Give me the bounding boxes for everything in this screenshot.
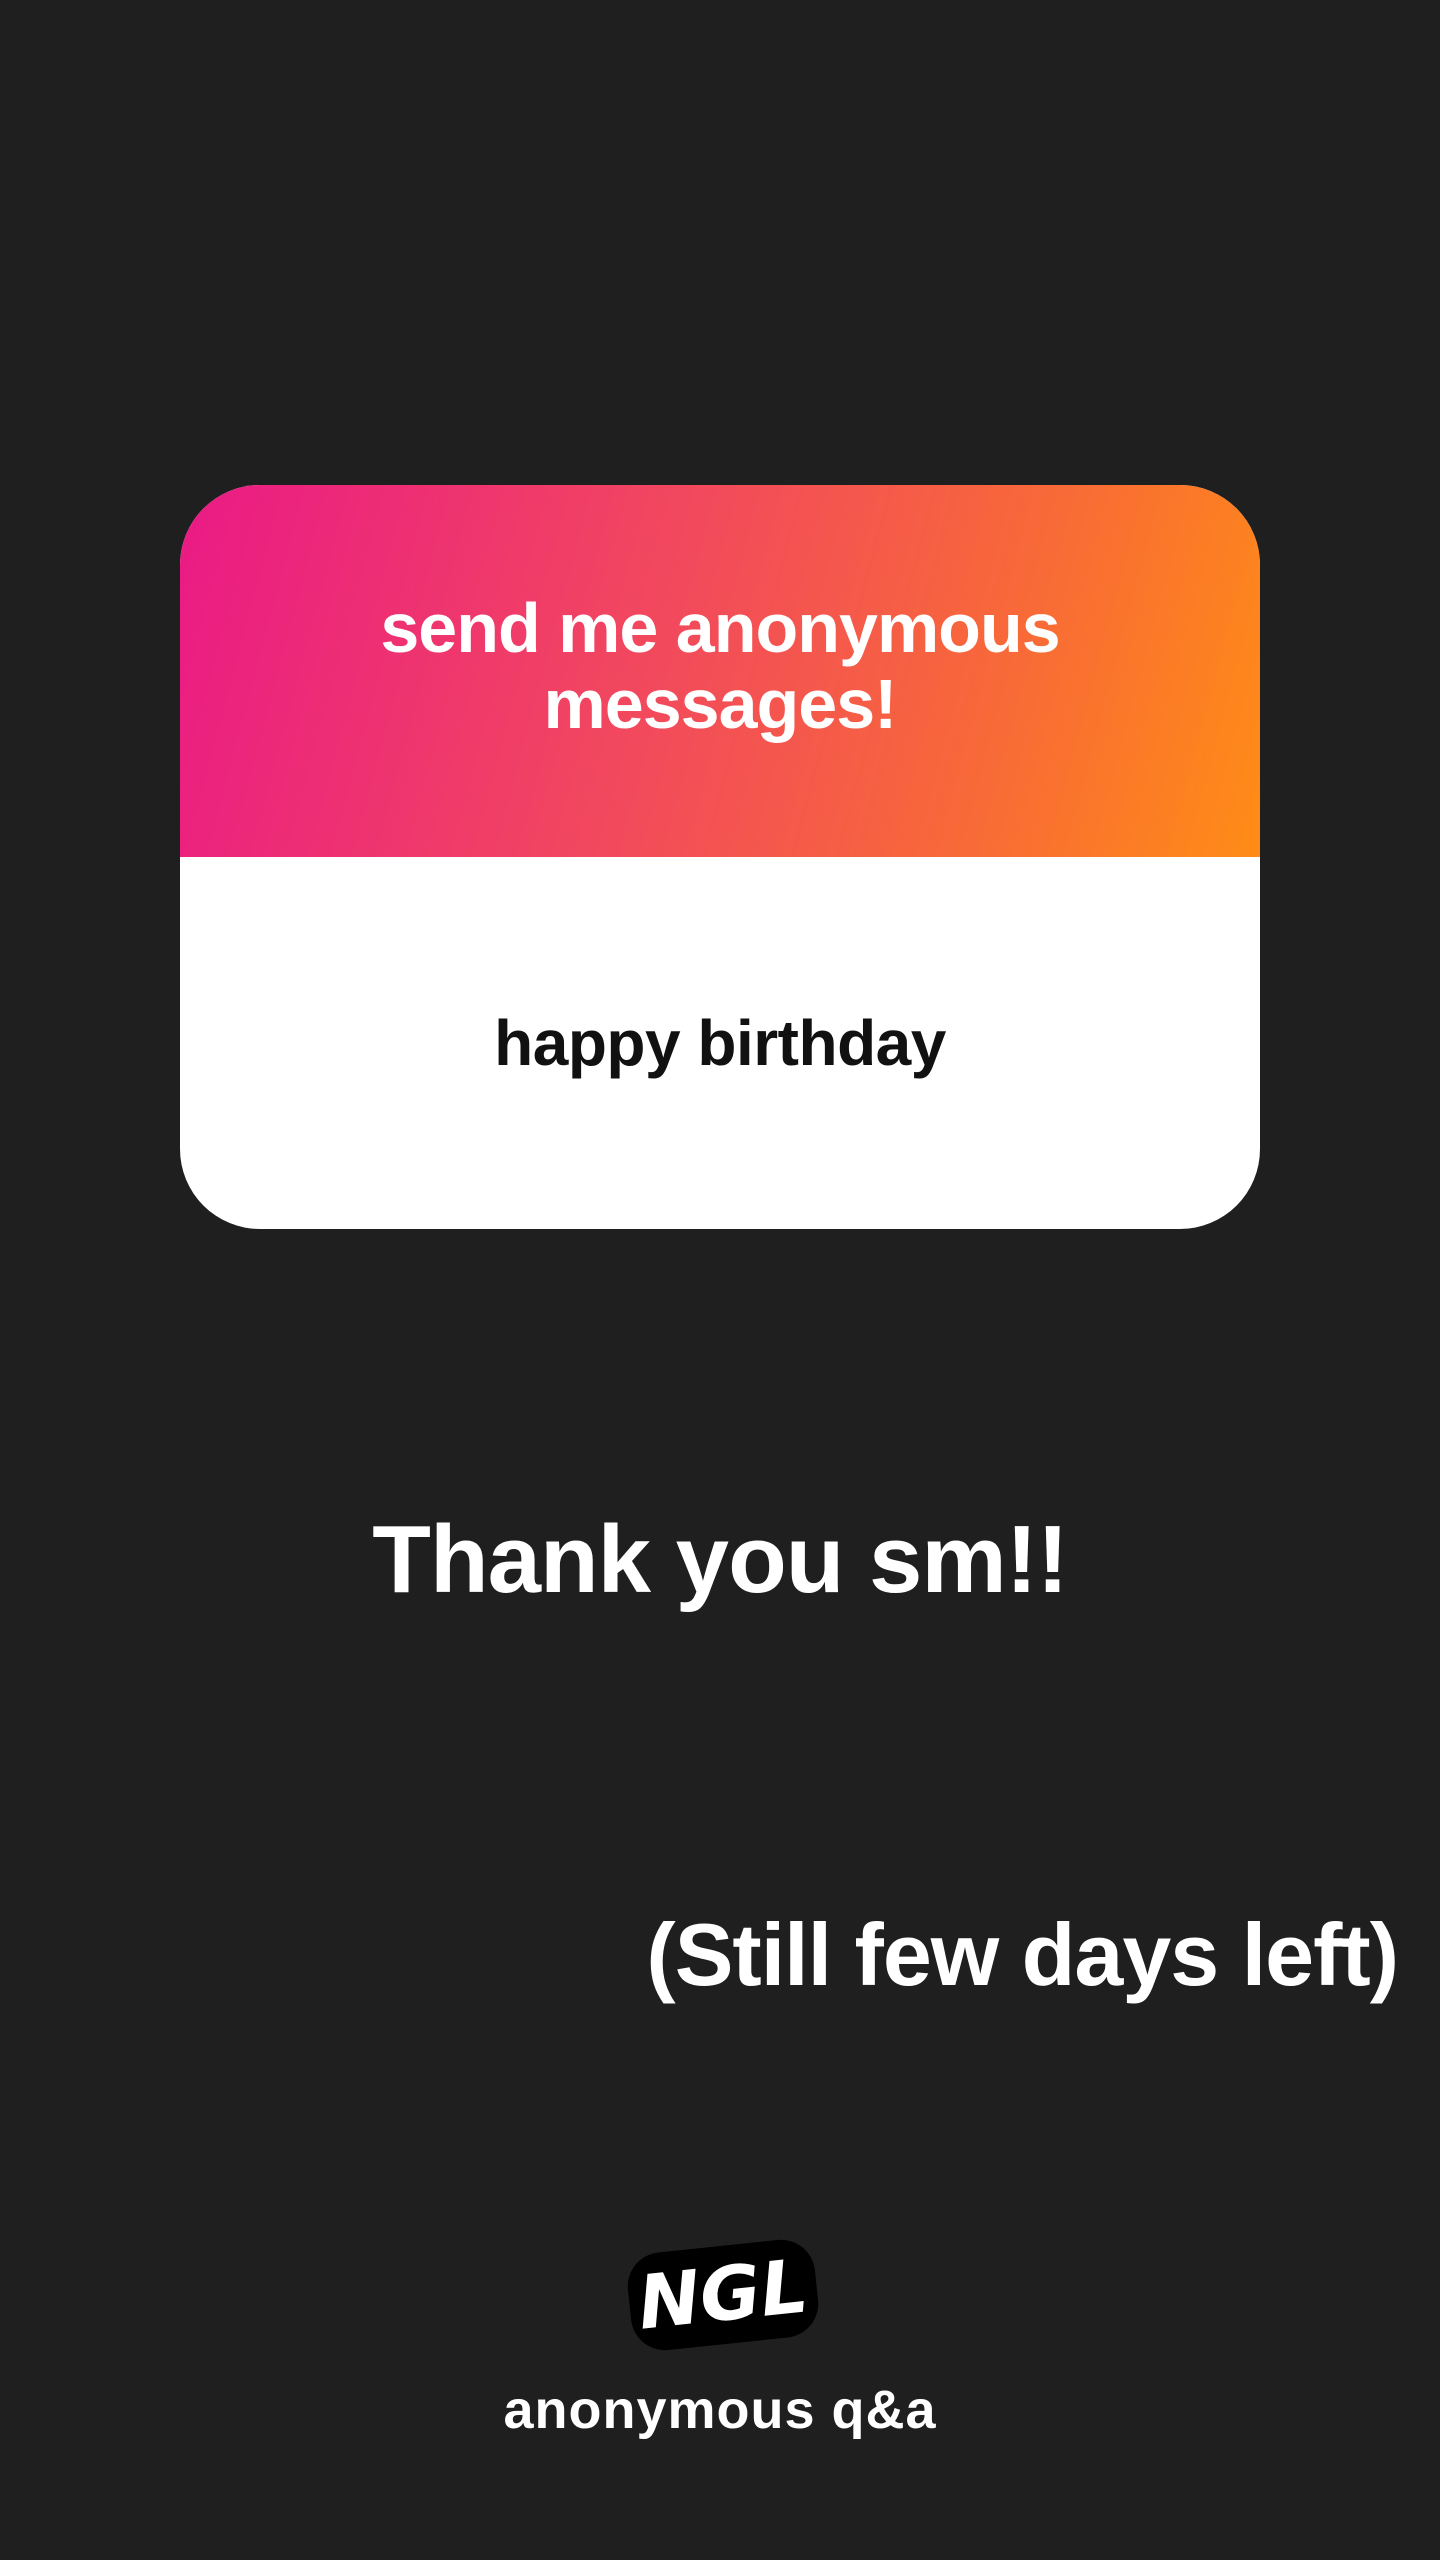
anonymous-message: happy birthday [494, 1007, 946, 1079]
logo-text: NGL [634, 2243, 812, 2346]
question-card: send me anonymous messages! happy birthd… [180, 485, 1260, 1229]
days-left-caption: (Still few days left) [646, 1905, 1399, 2004]
card-header: send me anonymous messages! [180, 485, 1260, 857]
ngl-logo: NGL [620, 2230, 826, 2360]
thanks-caption: Thank you sm!! [372, 1506, 1068, 1613]
card-title: send me anonymous messages! [380, 589, 1060, 743]
tagline: anonymous q&a [503, 2380, 937, 2440]
card-body: happy birthday [180, 857, 1260, 1229]
